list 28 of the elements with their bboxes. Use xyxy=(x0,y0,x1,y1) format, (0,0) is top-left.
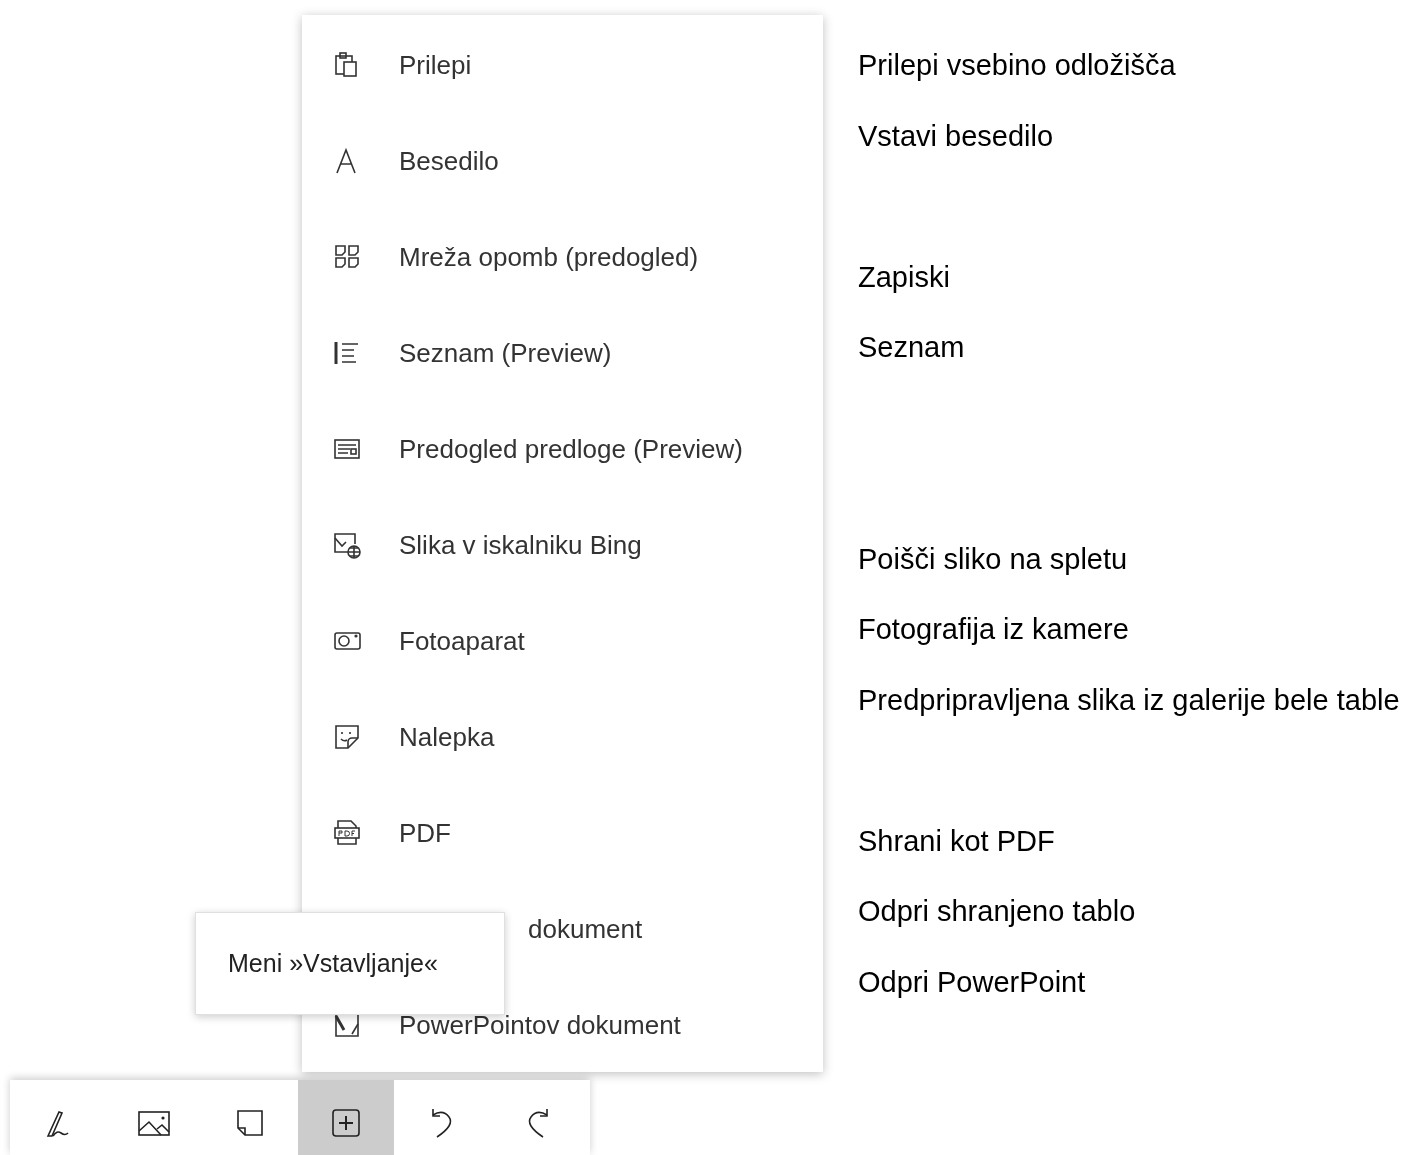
menu-item[interactable]: Seznam (Preview) xyxy=(302,305,823,401)
menu-item[interactable]: PDF xyxy=(302,785,823,881)
menu-item[interactable]: Fotoaparat xyxy=(302,593,823,689)
menu-item[interactable]: Prilepi xyxy=(302,17,823,113)
note-button[interactable] xyxy=(202,1080,298,1155)
image-globe-icon xyxy=(332,530,362,560)
annotation-text: Vstavi besedilo xyxy=(858,118,1055,154)
insert-button[interactable] xyxy=(298,1080,394,1155)
sticker-icon xyxy=(332,722,362,752)
annotation-text: Odpri PowerPoint xyxy=(858,964,1087,1000)
annotation-text: Prilepi vsebino odložišča xyxy=(858,48,1177,83)
plus-icon xyxy=(330,1106,362,1139)
note-icon xyxy=(235,1107,265,1138)
image-icon xyxy=(137,1108,171,1137)
menu-item[interactable]: Predogled predloge (Preview) xyxy=(302,401,823,497)
annotation-text: Poišči sliko na spletu xyxy=(858,541,1129,577)
annotation-text: Predpripravljena slika iz galerije bele table xyxy=(858,682,1401,718)
pdf-icon xyxy=(332,818,362,848)
annotation-text: Seznam xyxy=(858,330,966,365)
annotation-text: Shrani kot PDF xyxy=(858,823,1056,859)
menu-item[interactable]: Besedilo xyxy=(302,113,823,209)
menu-item[interactable]: Mreža opomb (predogled) xyxy=(302,209,823,305)
menu-item[interactable]: Slika v iskalniku Bing xyxy=(302,497,823,593)
annotation-text: Fotografija iz kamere xyxy=(858,612,1130,647)
tooltip: Meni »Vstavljanje« xyxy=(195,912,505,1015)
annotation-text: Zapiski xyxy=(858,259,951,295)
menu-item[interactable]: Nalepka xyxy=(302,689,823,785)
annotation-text: Odpri shranjeno tablo xyxy=(858,894,1137,929)
